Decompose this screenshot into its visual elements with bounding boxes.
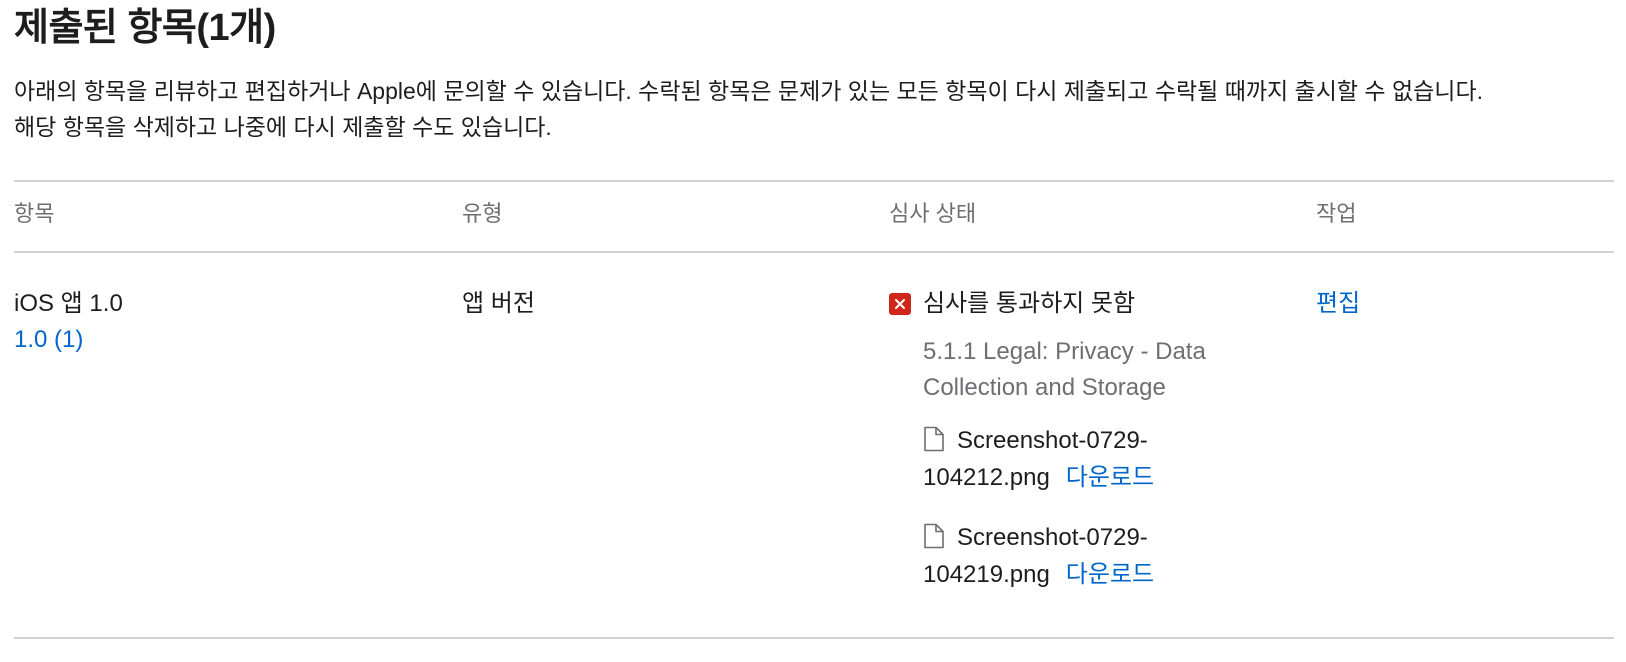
item-name: iOS 앱 1.0 — [14, 290, 123, 317]
header-review-status: 심사 상태 — [889, 201, 977, 226]
file-icon — [923, 523, 945, 549]
rejected-x-icon — [889, 293, 911, 315]
page-title: 제출된 항목(1개) — [14, 7, 276, 49]
table-bottom-divider — [14, 637, 1614, 639]
page-description: 아래의 항목을 리뷰하고 편집하거나 Apple에 문의할 수 있습니다. 수락… — [14, 73, 1614, 145]
attachment-item: Screenshot-0729- 104219.png 다운로드 — [923, 519, 1223, 593]
download-link[interactable]: 다운로드 — [1066, 464, 1154, 491]
review-status: 심사를 통과하지 못함 — [889, 286, 1135, 322]
review-status-text: 심사를 통과하지 못함 — [923, 290, 1136, 317]
submitted-items-section: 제출된 항목(1개) 아래의 항목을 리뷰하고 편집하거나 Apple에 문의할… — [0, 0, 1626, 662]
attachment-filename-part2: 104212.png — [923, 464, 1050, 491]
header-divider — [14, 251, 1614, 253]
item-version-link[interactable]: 1.0 (1) — [14, 322, 83, 358]
attachment-filename-part1: Screenshot-0729- — [957, 427, 1148, 454]
header-action: 작업 — [1316, 201, 1357, 226]
download-link[interactable]: 다운로드 — [1066, 561, 1154, 588]
header-type: 유형 — [462, 201, 503, 226]
description-line-1: 아래의 항목을 리뷰하고 편집하거나 Apple에 문의할 수 있습니다. 수락… — [14, 78, 1484, 104]
rejection-reason: 5.1.1 Legal: Privacy - Data Collection a… — [923, 338, 1206, 401]
description-line-2: 해당 항목을 삭제하고 나중에 다시 제출할 수도 있습니다. — [14, 114, 552, 140]
header-item: 항목 — [14, 201, 55, 226]
attachment-filename-part2: 104219.png — [923, 561, 1050, 588]
item-type: 앱 버전 — [462, 290, 535, 317]
table-top-divider — [14, 180, 1614, 182]
attachment-item: Screenshot-0729- 104212.png 다운로드 — [923, 422, 1223, 496]
file-icon — [923, 426, 945, 452]
edit-link[interactable]: 편집 — [1316, 286, 1360, 322]
attachment-filename-part1: Screenshot-0729- — [957, 524, 1148, 551]
